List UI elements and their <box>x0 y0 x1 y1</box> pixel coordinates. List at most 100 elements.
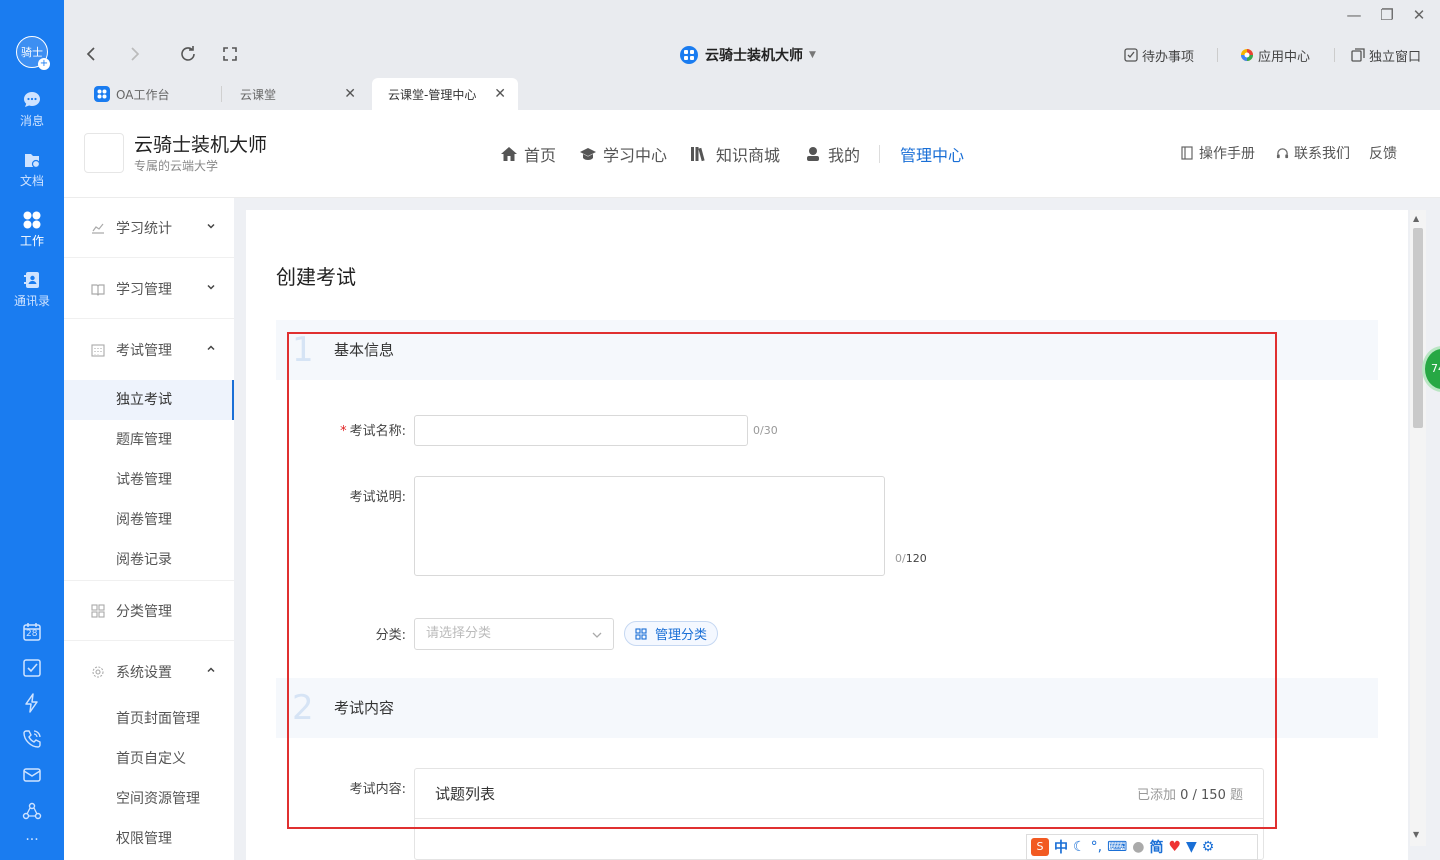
sidebar-group-system-settings[interactable]: 系统设置 <box>64 642 234 702</box>
exam-desc-counter: 0/120 <box>895 552 927 565</box>
caret-down-icon: ▼ <box>809 50 816 60</box>
chart-icon <box>92 223 104 234</box>
nav-learning-center[interactable]: 学习中心 <box>579 143 667 165</box>
shirt-icon[interactable]: ▼ <box>1186 839 1197 855</box>
app-center-label: 应用中心 <box>1258 49 1311 65</box>
exam-desc-label: 考试说明: <box>349 490 406 505</box>
sidebar-group-label: 考试管理 <box>116 343 172 359</box>
manage-category-button[interactable]: 管理分类 <box>624 621 718 646</box>
exam-desc-textarea[interactable] <box>414 476 885 576</box>
contact-link[interactable]: 联系我们 <box>1276 143 1350 163</box>
work-grid-icon <box>23 211 41 229</box>
forward-icon[interactable] <box>122 42 146 66</box>
sidebar-group-study-management[interactable]: 学习管理 <box>64 259 234 319</box>
nav-management-center[interactable]: 管理中心 <box>900 143 964 165</box>
sidebar-group-exam-management[interactable]: 考试管理 <box>64 320 234 380</box>
nav-label: 我的 <box>828 146 861 165</box>
manual-label: 操作手册 <box>1199 146 1255 162</box>
tab-oa-workbench[interactable]: OA工作台 <box>78 78 216 110</box>
contact-label: 联系我们 <box>1294 146 1350 162</box>
lightning-icon[interactable] <box>22 693 42 713</box>
sidebar-item-space-resources[interactable]: 空间资源管理 <box>64 779 234 819</box>
fullscreen-icon[interactable] <box>218 42 242 66</box>
more-icon[interactable]: ··· <box>22 832 42 848</box>
category-select[interactable]: 请选择分类 <box>414 618 614 650</box>
moon-icon[interactable]: ☾ <box>1073 839 1086 855</box>
sidebar-item-home-custom[interactable]: 首页自定义 <box>64 739 234 779</box>
sidebar-item-independent-exam[interactable]: 独立考试 <box>64 380 234 420</box>
exam-name-counter: 0/30 <box>753 424 778 437</box>
sidebar-item-paper-management[interactable]: 试卷管理 <box>64 460 234 500</box>
nav-label: 首页 <box>524 146 557 165</box>
sidebar-item-permissions[interactable]: 权限管理 <box>64 819 234 859</box>
minimize-button[interactable]: — <box>1344 6 1364 26</box>
exam-name-input[interactable] <box>414 415 748 446</box>
todo-link[interactable]: 待办事项 <box>1124 46 1194 65</box>
punctuation-icon[interactable]: °, <box>1091 839 1102 855</box>
sidebar: 学习统计 学习管理 考试管理 独立考试 题库管理 试卷管理 阅卷管理 阅卷记录 … <box>64 198 234 860</box>
sidebar-group-category-management[interactable]: 分类管理 <box>64 581 234 641</box>
sidebar-item-home-cover[interactable]: 首页封面管理 <box>64 699 234 739</box>
rail-item-contacts[interactable]: 通讯录 <box>0 270 64 320</box>
close-icon[interactable]: ✕ <box>494 86 506 102</box>
close-icon[interactable]: ✕ <box>344 86 356 102</box>
message-icon <box>24 92 40 107</box>
mail-icon[interactable] <box>22 765 42 785</box>
question-count-prefix: 已添加 <box>1136 788 1176 803</box>
ime-chinese-mode[interactable]: 中 <box>1054 837 1068 857</box>
avatar[interactable]: 骑士 + <box>16 36 50 70</box>
calendar-icon[interactable]: 28 <box>22 622 42 642</box>
divider <box>1334 48 1335 62</box>
brand-title: 云骑士装机大师 <box>134 134 268 156</box>
app-header: 云骑士装机大师 专属的云端大学 首页 学习中心 知识商城 我的 管理中心 操作手… <box>64 110 1440 198</box>
calendar-grid-icon <box>91 344 105 357</box>
keyboard-icon[interactable]: ⌨ <box>1107 839 1127 855</box>
nav-mine[interactable]: 我的 <box>804 143 860 165</box>
app-center-link[interactable]: 应用中心 <box>1240 46 1311 65</box>
ime-toolbar[interactable]: S 中 ☾ °, ⌨ ● 简 ♥ ▼ ⚙ <box>1026 834 1258 860</box>
scroll-up-icon[interactable]: ▲ <box>1413 214 1419 223</box>
sidebar-item-grading-management[interactable]: 阅卷管理 <box>64 500 234 540</box>
sidebar-group-label: 系统设置 <box>116 665 172 681</box>
divider <box>879 145 880 163</box>
sidebar-group-study-stats[interactable]: 学习统计 <box>64 198 234 258</box>
settings-gear-icon[interactable]: ⚙ <box>1202 839 1215 855</box>
ime-simplified[interactable]: 简 <box>1149 837 1163 857</box>
scroll-down-icon[interactable]: ▼ <box>1413 830 1419 839</box>
nav-knowledge-store[interactable]: 知识商城 <box>690 143 780 165</box>
rail-item-message[interactable]: 消息 <box>0 90 64 140</box>
tab-cloud-class[interactable]: 云课堂 ✕ <box>224 78 368 110</box>
rail-item-work[interactable]: 工作 <box>0 210 64 260</box>
refresh-icon[interactable] <box>176 42 200 66</box>
section-basic-info: 1 基本信息 <box>276 320 1378 380</box>
phone-icon[interactable] <box>22 729 42 749</box>
user-icon[interactable]: ● <box>1132 839 1144 855</box>
app-rail: 骑士 + 消息 文档 工作 通讯录 28 ··· <box>0 0 64 860</box>
skin-icon[interactable]: ♥ <box>1168 839 1181 855</box>
tab-label: 云课堂 <box>240 87 277 102</box>
sidebar-item-question-bank[interactable]: 题库管理 <box>64 420 234 460</box>
divider <box>1217 48 1218 62</box>
sidebar-item-grading-records[interactable]: 阅卷记录 <box>64 540 234 580</box>
category-placeholder: 请选择分类 <box>426 626 492 641</box>
app-center-icon <box>1241 49 1253 61</box>
close-window-button[interactable]: ✕ <box>1409 6 1429 26</box>
restore-button[interactable]: ❐ <box>1377 6 1397 26</box>
window-title[interactable]: 云骑士装机大师 ▼ <box>680 44 816 66</box>
back-icon[interactable] <box>80 42 104 66</box>
ime-logo-icon: S <box>1031 838 1049 856</box>
page-title: 创建考试 <box>276 265 356 289</box>
chevron-up-icon <box>207 667 215 673</box>
org-icon[interactable] <box>22 801 42 821</box>
scrollbar-thumb[interactable] <box>1413 228 1423 428</box>
manual-link[interactable]: 操作手册 <box>1180 143 1255 163</box>
tab-cloud-class-admin[interactable]: 云课堂-管理中心 ✕ <box>372 78 518 110</box>
calendar-day: 28 <box>26 629 38 639</box>
scrollbar[interactable]: ▲ ▼ <box>1410 210 1426 846</box>
feedback-link[interactable]: 反馈 <box>1369 143 1397 163</box>
nav-home[interactable]: 首页 <box>500 143 556 165</box>
rail-item-document[interactable]: 文档 <box>0 150 64 200</box>
checklist-icon[interactable] <box>22 658 42 678</box>
independent-window-link[interactable]: 独立窗口 <box>1351 46 1421 65</box>
section-title: 基本信息 <box>334 341 395 359</box>
